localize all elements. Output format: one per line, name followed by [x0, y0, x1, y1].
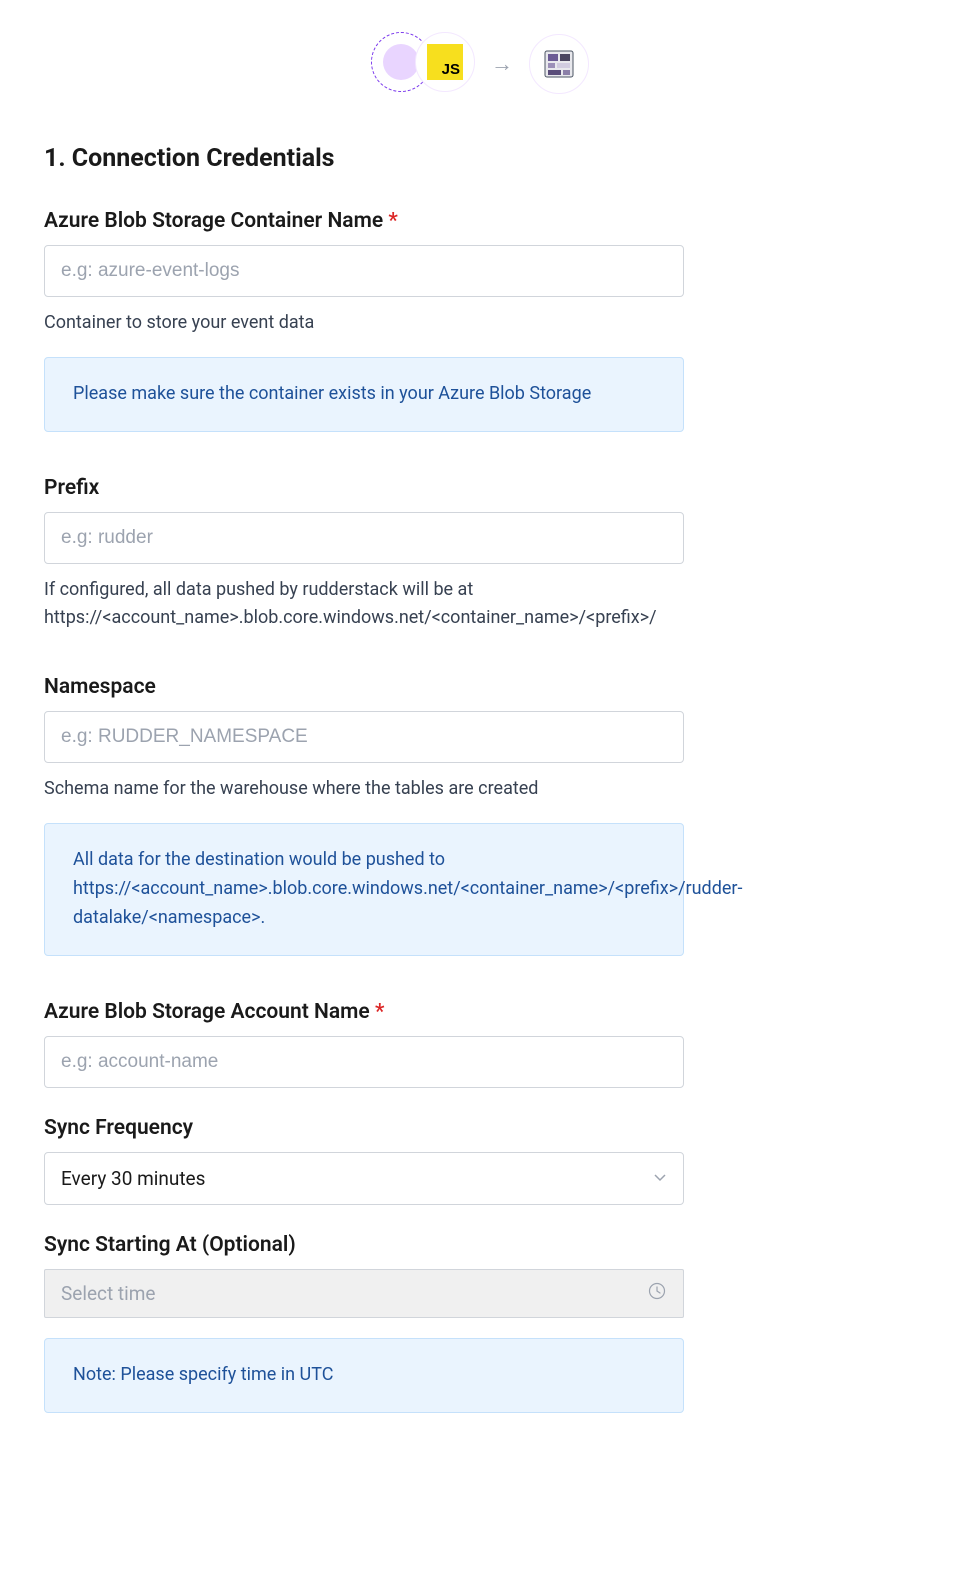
prefix-label: Prefix [44, 476, 916, 500]
prefix-input[interactable] [44, 512, 684, 564]
sync-start-label: Sync Starting At (Optional) [44, 1233, 916, 1257]
sync-frequency-label: Sync Frequency [44, 1116, 916, 1140]
sync-start-info-box: Note: Please specify time in UTC [44, 1338, 684, 1413]
container-name-info-box: Please make sure the container exists in… [44, 357, 684, 432]
label-text: Azure Blob Storage Container Name [44, 209, 383, 233]
sync-frequency-select[interactable]: Every 30 minutes [44, 1152, 684, 1205]
purple-dot-icon [383, 44, 419, 80]
js-badge-icon: JS [427, 44, 463, 80]
destination-icon [529, 34, 589, 94]
javascript-source-icon: JS [415, 32, 475, 92]
sync-start-timepicker[interactable]: Select time [44, 1269, 684, 1318]
section-title: 1. Connection Credentials [44, 144, 916, 173]
connection-flow-header: JS → [44, 32, 916, 96]
namespace-help: Schema name for the warehouse where the … [44, 775, 784, 803]
required-indicator: * [375, 1000, 384, 1024]
container-name-label: Azure Blob Storage Container Name * [44, 209, 916, 233]
source-icons: JS [371, 32, 475, 96]
namespace-label: Namespace [44, 675, 916, 699]
account-name-input[interactable] [44, 1036, 684, 1088]
account-name-field-group: Azure Blob Storage Account Name * [44, 1000, 916, 1088]
namespace-field-group: Namespace Schema name for the warehouse … [44, 675, 916, 955]
sync-start-field-group: Sync Starting At (Optional) Select time … [44, 1233, 916, 1413]
prefix-field-group: Prefix If configured, all data pushed by… [44, 476, 916, 632]
container-name-field-group: Azure Blob Storage Container Name * Cont… [44, 209, 916, 432]
namespace-info-box: All data for the destination would be pu… [44, 823, 684, 955]
arrow-right-icon: → [491, 51, 513, 77]
prefix-help: If configured, all data pushed by rudder… [44, 576, 784, 632]
container-name-input[interactable] [44, 245, 684, 297]
required-indicator: * [388, 209, 397, 233]
label-text: Azure Blob Storage Account Name [44, 1000, 370, 1024]
namespace-input[interactable] [44, 711, 684, 763]
storage-grid-icon [542, 47, 576, 81]
account-name-label: Azure Blob Storage Account Name * [44, 1000, 916, 1024]
container-name-help: Container to store your event data [44, 309, 784, 337]
sync-frequency-field-group: Sync Frequency Every 30 minutes [44, 1116, 916, 1205]
